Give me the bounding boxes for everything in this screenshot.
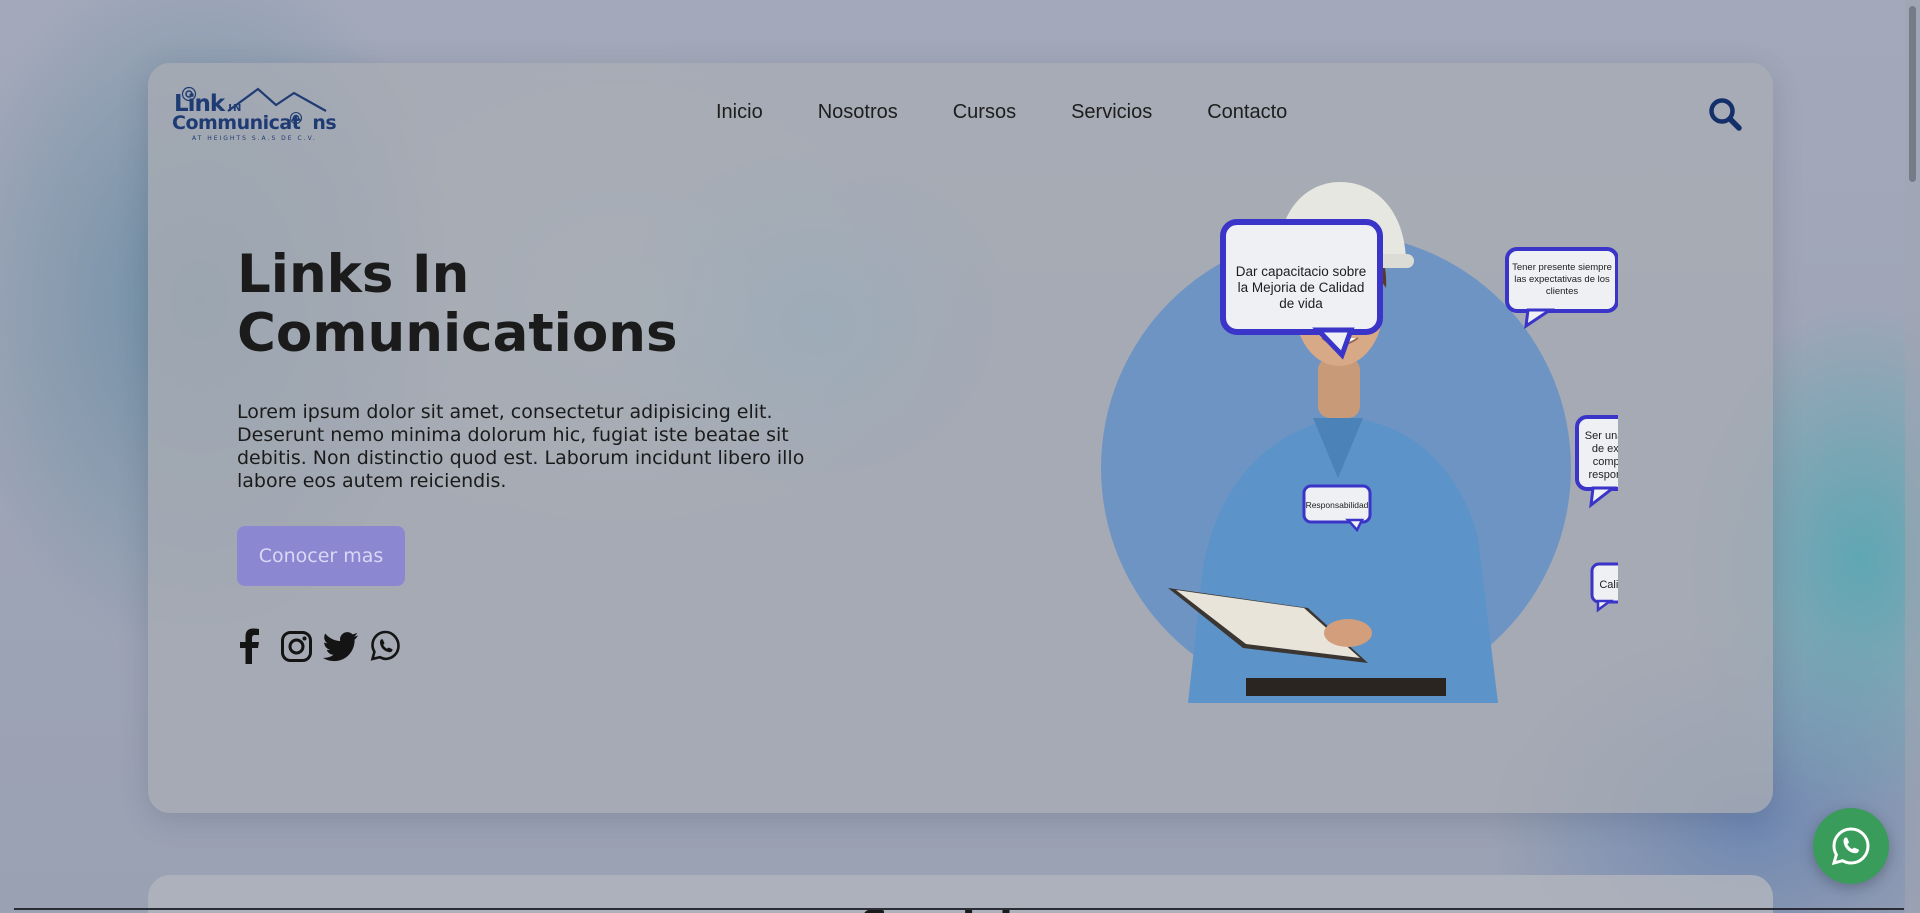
site-logo[interactable]: Link IN Communicat ns AT HEIGHTS S.A.S DE …: [172, 81, 337, 142]
svg-text:la Mejoria de Calidad: la Mejoria de Calidad: [1238, 280, 1365, 295]
instagram-icon[interactable]: [280, 628, 313, 664]
nav-link-inicio[interactable]: Inicio: [716, 101, 763, 124]
facebook-icon[interactable]: [237, 628, 270, 664]
hero-description: Lorem ipsum dolor sit amet, consectetur …: [237, 401, 805, 492]
twitter-icon[interactable]: [322, 628, 359, 664]
svg-text:Dar capacitacio sobre: Dar capacitacio sobre: [1236, 264, 1367, 279]
whatsapp-icon[interactable]: [369, 628, 402, 664]
hero-card: Link IN Communicat ns AT HEIGHTS S.A.S DE …: [148, 63, 1773, 813]
svg-text:las expectativas de los: las expectativas de los: [1514, 274, 1610, 285]
svg-text:Calidad: Calidad: [1599, 579, 1618, 591]
svg-text:de excelencia,: de excelencia,: [1592, 443, 1618, 455]
nav-link-nosotros[interactable]: Nosotros: [818, 101, 898, 124]
whatsapp-floating-button[interactable]: [1813, 808, 1889, 884]
speech-bubble-4: Responsabilidad: [1302, 484, 1372, 533]
svg-text:compromiso y: compromiso y: [1593, 456, 1618, 468]
hero-illustration: Dar capacitacio sobre la Mejoria de Cali…: [1101, 182, 1618, 703]
nav-link-cursos[interactable]: Cursos: [953, 101, 1016, 124]
hero-title: Links In Comunications: [237, 244, 678, 364]
svg-text:Ser una empresa: Ser una empresa: [1585, 430, 1618, 442]
page-divider-line: [14, 908, 1904, 910]
svg-text:clientes: clientes: [1546, 286, 1578, 297]
speech-bubble-2: Tener presente siempre las expectativas …: [1505, 247, 1618, 330]
speech-bubble-3: Ser una empresa de excelencia, compromis…: [1575, 415, 1618, 509]
conocer-mas-button[interactable]: Conocer mas: [237, 526, 405, 586]
whatsapp-fab-icon: [1831, 827, 1870, 866]
scrollbar-track[interactable]: [1905, 0, 1920, 913]
scrollbar-thumb[interactable]: [1909, 6, 1916, 182]
logo-text-line2: Communicat ns: [172, 112, 337, 134]
svg-text:de vida: de vida: [1279, 296, 1323, 311]
speech-bubble-5: Calidad: [1590, 562, 1618, 613]
logo-tagline: AT HEIGHTS S.A.S DE C.V.: [192, 135, 317, 142]
search-icon: [1709, 98, 1742, 131]
nav-link-servicios[interactable]: Servicios: [1071, 101, 1152, 124]
svg-text:Responsabilidad: Responsabilidad: [1306, 500, 1369, 510]
social-links: [237, 628, 402, 664]
search-button[interactable]: [1707, 96, 1743, 132]
nav-link-contacto[interactable]: Contacto: [1207, 101, 1287, 124]
main-nav: Inicio Nosotros Cursos Servicios Contact…: [716, 101, 1342, 124]
svg-text:Tener presente siempre: Tener presente siempre: [1512, 262, 1612, 273]
svg-text:responsabilidad: responsabilidad: [1588, 469, 1618, 481]
